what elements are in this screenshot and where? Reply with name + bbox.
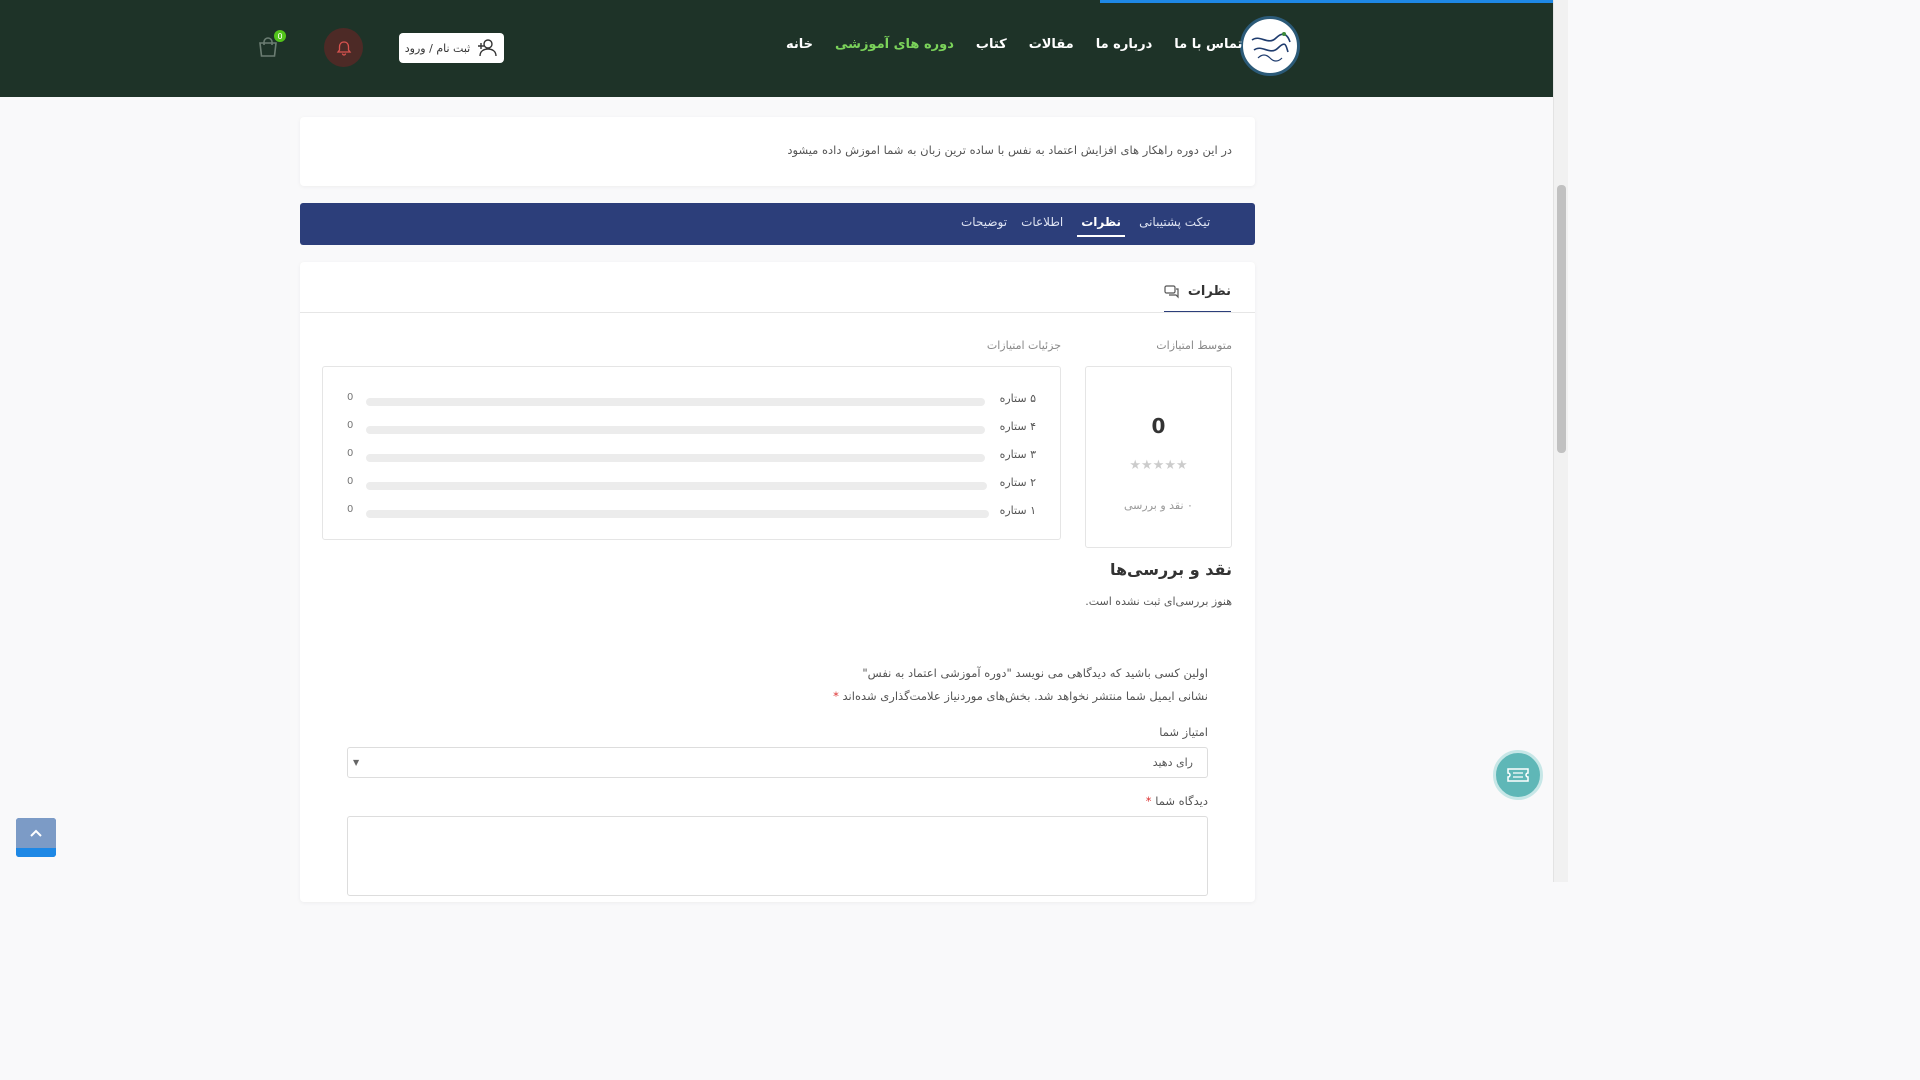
email-privacy-text: نشانی ایمیل شما منتشر نخواهد شد. بخش‌های…	[842, 689, 1208, 703]
back-to-top-bar	[16, 848, 56, 857]
email-privacy-note: نشانی ایمیل شما منتشر نخواهد شد. بخش‌های…	[833, 689, 1208, 703]
chevron-up-icon	[30, 829, 42, 837]
rating-bar-count: 0	[347, 420, 354, 431]
rating-select[interactable]: رای دهید ▼	[347, 747, 1208, 778]
login-register-label: ثبت نام / ورود	[404, 41, 471, 55]
tab-information[interactable]: اطلاعات	[1021, 215, 1063, 237]
reviews-heading-label: نظرات	[1187, 284, 1231, 299]
site-header: خانه دوره های آموزشی کتاب مقالات درباره …	[0, 0, 1553, 97]
nav-item-articles[interactable]: مقالات	[1029, 37, 1074, 52]
course-short-description: در این دوره راهکار های افزایش اعتماد به …	[300, 117, 1255, 186]
comment-textarea[interactable]	[347, 816, 1208, 896]
rating-bar-row: ۱ ستاره 0	[323, 502, 1060, 522]
product-tabs: توضیحات اطلاعات نظرات تیکت پشتیبانی	[961, 215, 1210, 237]
bell-icon	[336, 40, 351, 56]
no-reviews-message: هنوز بررسی‌ای ثبت نشده است.	[1085, 595, 1232, 608]
rating-bar-row: ۲ ستاره 0	[323, 474, 1060, 494]
nav-item-courses[interactable]: دوره های آموزشی	[835, 37, 954, 52]
rating-bar-track	[366, 454, 985, 462]
rating-bar-count: 0	[347, 448, 354, 459]
average-rating-stars: ★★★★★	[1129, 458, 1188, 473]
rating-bar-count: 0	[347, 392, 354, 403]
rating-bar-track	[366, 426, 985, 434]
tab-reviews[interactable]: نظرات	[1077, 215, 1126, 237]
rating-bar-count: 0	[347, 504, 354, 515]
rating-bar-label: ۵ ستاره	[999, 392, 1036, 405]
cart-count-badge: 0	[274, 30, 286, 42]
page-scrollbar[interactable]	[1553, 0, 1568, 882]
rating-bar-row: ۳ ستاره 0	[323, 446, 1060, 466]
tab-support-ticket[interactable]: تیکت پشتیبانی	[1139, 215, 1210, 237]
divider	[300, 312, 1255, 313]
rating-bar-label: ۴ ستاره	[999, 420, 1036, 433]
rating-bar-label: ۲ ستاره	[999, 476, 1036, 489]
notifications-button[interactable]	[324, 28, 363, 67]
average-rating-value: 0	[1151, 414, 1166, 438]
be-first-message: اولین کسی باشید که دیدگاهی می نویسد "دور…	[862, 666, 1208, 680]
reviews-section: نظرات متوسط امتیازات جزئیات امتیازات 0 ★…	[300, 262, 1255, 902]
your-comment-label-text: دیدگاه شما	[1155, 794, 1208, 808]
product-tabs-bar: توضیحات اطلاعات نظرات تیکت پشتیبانی	[300, 203, 1255, 245]
scrollbar-thumb[interactable]	[1557, 185, 1566, 453]
rating-details-label: جزئیات امتیازات	[986, 339, 1061, 352]
nav-item-about[interactable]: درباره ما	[1096, 37, 1153, 52]
caret-down-icon: ▼	[353, 758, 360, 767]
nav-item-home[interactable]: خانه	[786, 37, 813, 52]
logo-icon	[1251, 32, 1291, 62]
average-rating-box: 0 ★★★★★ ۰ نقد و بررسی	[1085, 366, 1232, 548]
required-marker: *	[1145, 794, 1152, 808]
main-nav: خانه دوره های آموزشی کتاب مقالات درباره …	[786, 37, 1242, 52]
your-comment-label: دیدگاه شما *	[1146, 794, 1208, 808]
chat-bubbles-icon	[1164, 284, 1179, 298]
rating-bar-row: ۵ ستاره 0	[323, 390, 1060, 410]
back-to-top-arrow	[16, 818, 56, 848]
rating-bar-row: ۴ ستاره 0	[323, 418, 1060, 438]
tab-description[interactable]: توضیحات	[961, 215, 1007, 237]
review-count: ۰ نقد و بررسی	[1124, 499, 1193, 512]
nav-item-contact[interactable]: تماس با ما	[1174, 37, 1242, 52]
rating-breakdown: ۵ ستاره 0 ۴ ستاره 0 ۳ ستاره 0 ۲ ستاره 0 …	[322, 366, 1061, 540]
login-register-button[interactable]: ثبت نام / ورود	[399, 33, 504, 63]
back-to-top-button[interactable]	[16, 818, 56, 857]
support-ticket-button[interactable]	[1493, 750, 1543, 800]
your-rating-label: امتیاز شما	[1159, 725, 1208, 739]
page-load-progress	[1100, 0, 1553, 3]
rating-bar-track	[366, 482, 987, 490]
rating-bar-count: 0	[347, 476, 354, 487]
average-rating-label: متوسط امتیازات	[1156, 339, 1232, 352]
rating-bar-label: ۱ ستاره	[999, 504, 1036, 517]
required-marker: *	[833, 689, 839, 703]
reviews-title: نقد و بررسی‌ها	[1109, 560, 1232, 579]
course-description-text: در این دوره راهکار های افزایش اعتماد به …	[787, 143, 1232, 157]
site-logo[interactable]	[1240, 16, 1300, 76]
add-user-icon	[478, 39, 497, 57]
rating-bar-track	[366, 398, 985, 406]
ticket-icon	[1507, 768, 1529, 782]
rating-bar-track	[366, 510, 989, 518]
reviews-heading: نظرات	[1163, 276, 1231, 313]
nav-item-books[interactable]: کتاب	[976, 37, 1007, 52]
rating-select-value: رای دهید	[1152, 756, 1193, 769]
rating-bar-label: ۳ ستاره	[999, 448, 1036, 461]
